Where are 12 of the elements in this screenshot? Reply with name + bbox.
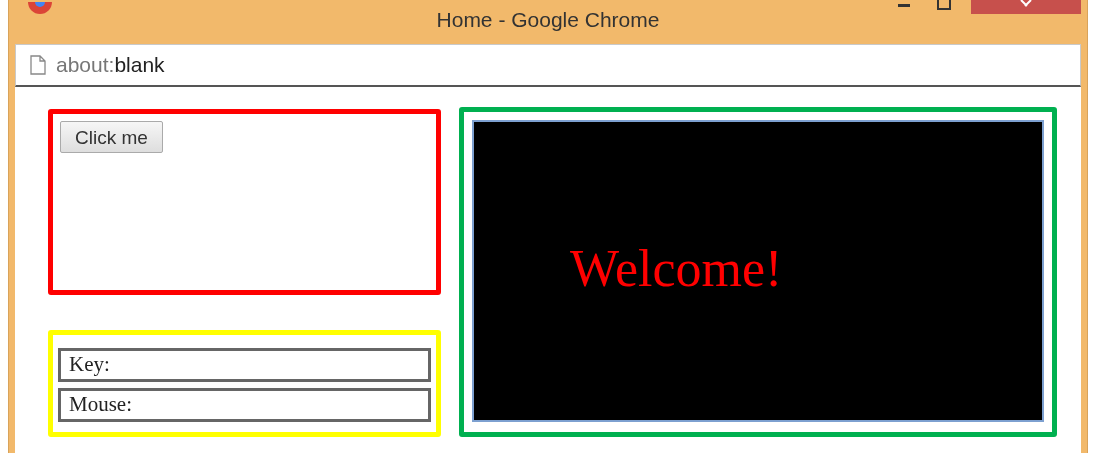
maximize-icon	[937, 0, 951, 10]
url-path: blank	[114, 52, 165, 79]
address-bar[interactable]: about:blank	[15, 44, 1081, 87]
welcome-text: Welcome!	[570, 239, 783, 299]
minimize-icon	[898, 4, 910, 7]
readout-field: Key:	[58, 348, 431, 382]
page-icon	[30, 55, 46, 75]
url-scheme: about:	[56, 52, 115, 79]
click-me-button[interactable]: Click me	[60, 121, 163, 153]
readout-field: Mouse:	[58, 388, 431, 422]
window-title: Home - Google Chrome	[436, 7, 660, 33]
browser-logo-icon	[27, 2, 53, 16]
